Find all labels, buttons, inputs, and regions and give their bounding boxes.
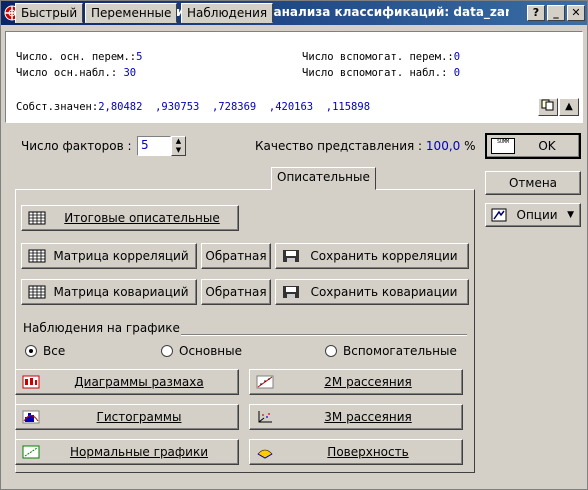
surface-button[interactable]: Поверхность (249, 439, 463, 465)
vars-aux-value: 0 (453, 51, 461, 63)
quality-label: Качество представления : (255, 139, 423, 153)
vars-aux-label: Число вспомогат. перем.: (302, 51, 454, 63)
quality-value: 100,0 (425, 139, 461, 153)
obs-aux-value: 0 (453, 67, 461, 79)
corr-matrix-button[interactable]: Матрица корреляций (21, 243, 197, 269)
box-plots-button[interactable]: Диаграммы размаха (15, 369, 239, 395)
eigen-values: 2,80482 ,930753 ,728369 ,420163 ,115898 (98, 101, 371, 113)
vars-aux-row: Число вспомогат. перем.:0 (302, 51, 460, 63)
options-icon (491, 208, 507, 222)
copy-button[interactable] (538, 98, 558, 116)
scatter-3d-button[interactable]: 3М рассеяния (249, 404, 463, 430)
cancel-button[interactable]: Отмена (485, 171, 581, 195)
obs-main-value: 30 (123, 67, 137, 79)
vars-main-label: Число. осн. перем.: (16, 51, 137, 63)
group-divider (181, 334, 467, 336)
copy-icon (541, 99, 554, 111)
normal-plot-icon (22, 445, 40, 459)
radio-aux[interactable]: Вспомогательные (325, 344, 457, 358)
histograms-button[interactable]: Гистограммы (15, 404, 239, 430)
corr-inverse-label: Обратная (205, 249, 267, 263)
obs-aux-row: Число вспомогат. набл.: 0 (302, 67, 460, 79)
help-button[interactable]: ? (527, 5, 545, 21)
tab-observations[interactable]: Наблюдения (181, 3, 274, 23)
cov-inverse-label: Обратная (205, 285, 267, 299)
radio-all-label: Все (43, 344, 66, 358)
scatter-2d-button[interactable]: 2М рассеяния (249, 369, 463, 395)
radio-main[interactable]: Основные (161, 344, 242, 358)
plot-group-label: Наблюдения на графике (23, 321, 180, 335)
cancel-label: Отмена (508, 176, 558, 190)
spin-down-icon[interactable]: ▼ (172, 146, 185, 155)
obs-main-row: Число осн.набл.: 30 (16, 67, 136, 79)
radio-all[interactable]: Все (25, 344, 65, 358)
table-icon (28, 249, 46, 263)
factors-input[interactable]: 5 (137, 136, 171, 156)
save-table-icon (283, 250, 299, 262)
radio-dot-icon[interactable] (25, 345, 37, 357)
scatter-2d-label: 2М рассеяния (324, 375, 412, 389)
dropdown-arrow-icon: ▼ (567, 210, 574, 220)
box-plot-icon (22, 375, 40, 389)
vars-main-value: 5 (136, 51, 143, 63)
radio-aux-label: Вспомогательные (343, 344, 457, 358)
save-table-icon (283, 286, 299, 298)
minimize-button[interactable]: _ (547, 5, 565, 21)
surface-label: Поверхность (327, 445, 409, 459)
eigen-label: Собст.значен: (16, 101, 99, 113)
corr-matrix-label: Матрица корреляций (53, 249, 189, 263)
summary-grid-icon: SUMM (491, 138, 515, 154)
save-cov-button[interactable]: Сохранить ковариации (275, 279, 469, 305)
factors-spinner[interactable]: ▲ ▼ (171, 136, 186, 156)
dialog-window: Главные компоненты и результаты анализа … (0, 0, 588, 490)
tab-descriptive[interactable]: Описательные (271, 167, 376, 190)
cov-inverse-button[interactable]: Обратная (201, 279, 271, 305)
spin-up-icon[interactable]: ▲ (172, 137, 185, 146)
obs-aux-label: Число вспомогат. набл.: (302, 67, 448, 79)
factors-label: Число факторов : (21, 139, 132, 153)
quality-row: Качество представления : 100,0 % (255, 139, 476, 153)
save-cov-label: Сохранить ковариации (310, 285, 458, 299)
surface-plot-icon (257, 449, 273, 459)
radio-dot-icon[interactable] (325, 345, 337, 357)
table-icon (28, 211, 46, 225)
quality-unit: % (464, 139, 476, 153)
summary-panel: Число. осн. перем.:5 Число вспомогат. пе… (5, 31, 583, 123)
eigen-row: Собст.значен:2,80482 ,930753 ,728369 ,42… (16, 101, 370, 113)
save-corr-button[interactable]: Сохранить корреляции (275, 243, 469, 269)
table-icon (28, 285, 46, 299)
summary-stats-button[interactable]: Итоговые описательные (21, 205, 239, 231)
ok-button[interactable]: SUMM OK (485, 133, 581, 159)
triangle-up-icon: ▲ (565, 101, 573, 112)
cov-matrix-label: Матрица ковариаций (53, 285, 189, 299)
histogram-icon (22, 410, 40, 424)
obs-main-label: Число осн.набл.: (16, 67, 118, 79)
close-button[interactable]: ✕ (567, 5, 585, 21)
vars-main-row: Число. осн. перем.:5 (16, 51, 142, 63)
options-button[interactable]: Опции ▼ (485, 203, 581, 227)
normal-plots-label: Нормальные графики (69, 445, 209, 459)
corr-inverse-button[interactable]: Обратная (201, 243, 271, 269)
ok-label: OK (538, 139, 556, 153)
scatter-2d-icon (256, 375, 274, 389)
options-label: Опции (516, 208, 558, 222)
summary-stats-label: Итоговые описательные (64, 211, 220, 225)
histograms-label: Гистограммы (96, 410, 182, 424)
normal-plots-button[interactable]: Нормальные графики (15, 439, 239, 465)
scatter-3d-icon (258, 411, 272, 423)
radio-main-label: Основные (179, 344, 243, 358)
cov-matrix-button[interactable]: Матрица ковариаций (21, 279, 197, 305)
save-corr-label: Сохранить корреляции (310, 249, 458, 263)
scatter-3d-label: 3М рассеяния (324, 410, 412, 424)
radio-dot-icon[interactable] (161, 345, 173, 357)
tab-variables[interactable]: Переменные (85, 3, 178, 23)
expand-up-button[interactable]: ▲ (559, 98, 579, 116)
box-plots-label: Диаграммы размаха (74, 375, 204, 389)
tab-quick[interactable]: Быстрый (15, 3, 84, 23)
